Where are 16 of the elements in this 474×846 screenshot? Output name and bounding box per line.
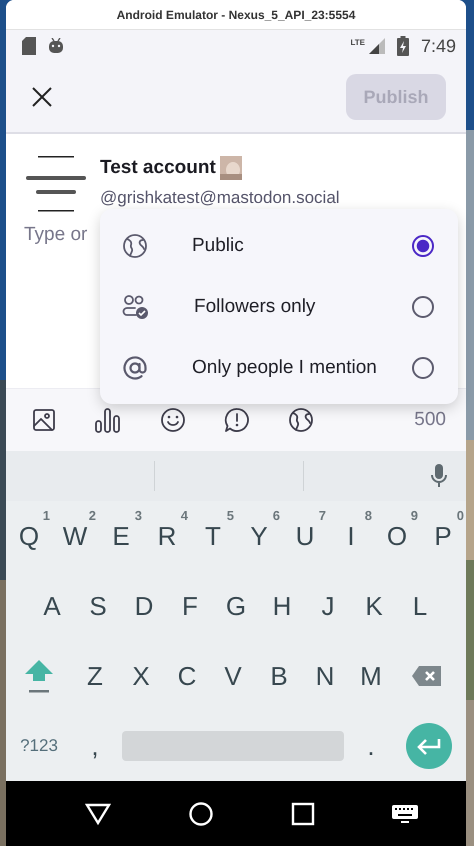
key-hint: 2 <box>88 508 96 523</box>
account-name: Test account <box>100 157 216 179</box>
account-handle: @grishkatest@mastodon.social <box>100 188 340 208</box>
key-hint: 9 <box>410 508 418 523</box>
window-title: Android Emulator - Nexus_5_API_23:5554 <box>116 8 356 22</box>
key-hint: 6 <box>272 508 280 523</box>
key-hint: 8 <box>364 508 372 523</box>
key-hint: 5 <box>226 508 234 523</box>
network-type: LTE <box>350 38 365 47</box>
key-hint: 1 <box>42 508 50 523</box>
key-hint: 7 <box>318 508 326 523</box>
key-hint: 0 <box>456 508 464 523</box>
key-hint: 3 <box>134 508 142 523</box>
clock: 7:49 <box>420 36 456 56</box>
character-counter: 500 <box>414 409 446 431</box>
key-hint: 4 <box>180 508 188 523</box>
